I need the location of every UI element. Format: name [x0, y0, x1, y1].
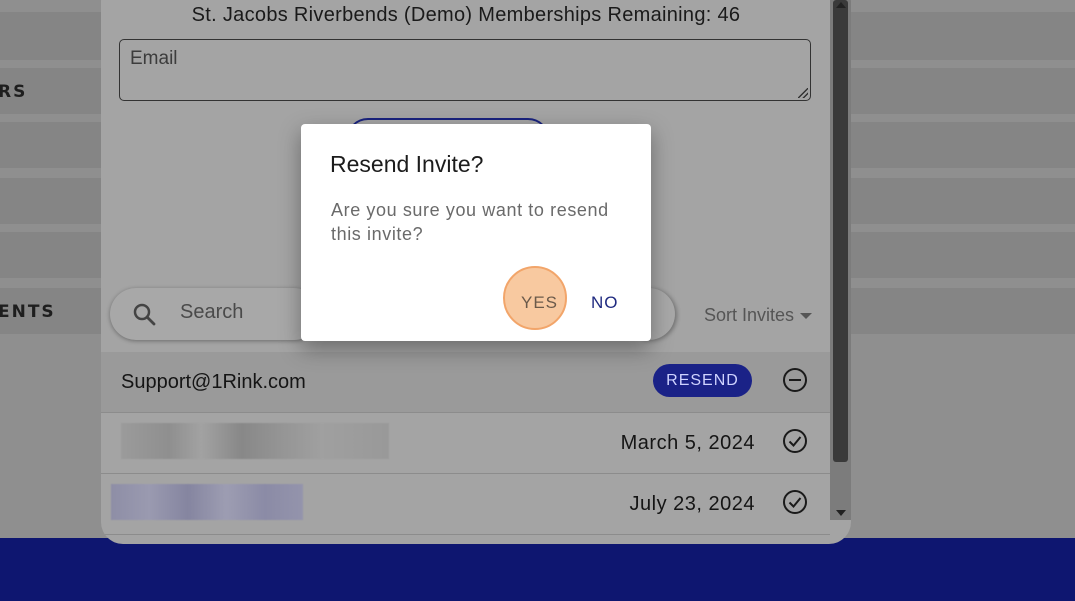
dialog-title: Resend Invite? — [330, 151, 484, 177]
resize-grip-icon[interactable] — [798, 88, 808, 98]
sidebar-label-payments[interactable]: ENTS — [0, 302, 56, 322]
sort-invites-label: Sort Invites — [704, 305, 795, 325]
search-icon — [133, 303, 156, 326]
invite-email: Support@1Rink.com — [121, 371, 306, 393]
dialog-message: Are you sure you want to resend this inv… — [331, 200, 609, 244]
yes-button[interactable]: YES — [521, 293, 558, 313]
scroll-up-icon[interactable] — [836, 2, 846, 8]
no-button[interactable]: NO — [591, 293, 619, 313]
invite-row: Support@1Rink.com RESEND — [101, 352, 830, 413]
search-bar[interactable]: Search — [110, 288, 320, 340]
invite-date: March 5, 2024 — [620, 432, 755, 454]
chevron-down-icon — [800, 313, 813, 320]
resend-button[interactable]: RESEND — [653, 364, 752, 397]
invite-list: Support@1Rink.com RESEND March 5, 2024 J… — [101, 352, 830, 535]
check-circle-icon — [783, 490, 807, 514]
minus-circle-icon[interactable] — [781, 366, 809, 394]
memberships-remaining-title: St. Jacobs Riverbends (Demo) Memberships… — [191, 4, 741, 26]
email-placeholder: Email — [130, 48, 178, 69]
scroll-down-icon[interactable] — [836, 510, 846, 516]
scrollbar-thumb[interactable] — [833, 0, 848, 462]
sort-invites-dropdown[interactable]: Sort Invites — [704, 305, 813, 326]
search-placeholder: Search — [180, 301, 244, 323]
bottom-navigation-bar — [0, 538, 1075, 601]
email-input[interactable]: Email — [119, 39, 811, 101]
invite-row: July 23, 2024 — [101, 474, 830, 535]
redacted-email — [111, 484, 303, 520]
invite-row: March 5, 2024 — [101, 413, 830, 474]
sidebar-label-members[interactable]: RS — [0, 82, 27, 102]
resend-invite-dialog: Resend Invite? Are you sure you want to … — [301, 124, 651, 341]
redacted-email — [121, 423, 389, 459]
check-circle-icon — [783, 429, 807, 453]
invite-date: July 23, 2024 — [629, 493, 755, 515]
